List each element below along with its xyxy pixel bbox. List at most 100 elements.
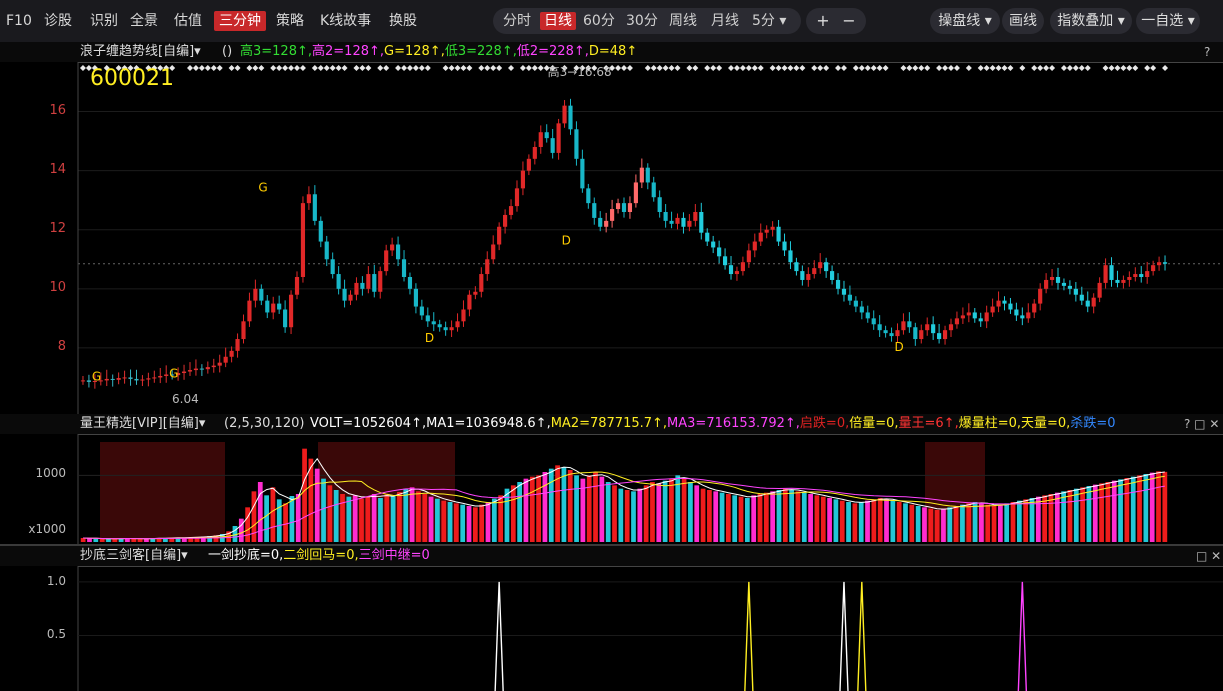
toolbar-item-4[interactable]: 估值: [174, 11, 202, 31]
signal-diamond: [674, 65, 681, 71]
volume-bar: [1086, 486, 1092, 542]
signal-diamond: [1049, 65, 1056, 71]
period-tab-3[interactable]: 30分: [626, 12, 658, 30]
signal-diamond: [870, 65, 877, 71]
volume-bar: [561, 467, 567, 542]
volume-bar: [264, 495, 269, 542]
signal-chart[interactable]: [0, 566, 1223, 691]
signal-diamond: [401, 65, 408, 71]
volume-bar: [782, 488, 788, 542]
candle-body: [467, 294, 472, 310]
volume-bar: [346, 496, 352, 542]
zoom-controls: + −: [806, 8, 866, 34]
bottom-indicator-values: 一剑抄底=0,二剑回马=0,三剑中继=0: [208, 546, 430, 566]
main-indicator-name[interactable]: 浪子缠趋势线[自编]▾: [80, 42, 201, 62]
signal-diamond: [644, 65, 651, 71]
signal-diamond: [823, 65, 830, 71]
candle-body: [1145, 271, 1150, 277]
candle-body: [146, 378, 151, 380]
signal-diamond: [781, 65, 788, 71]
candle-body: [645, 167, 650, 183]
candle-body: [1115, 279, 1120, 283]
candle-body: [395, 244, 401, 260]
toolbar-item-2[interactable]: 识别: [90, 11, 118, 31]
signal-diamond: [1007, 65, 1014, 71]
volume-indicator-value-5: 倍量=0,: [849, 416, 899, 431]
signal-diamond: [335, 65, 342, 71]
toolbar-item-7[interactable]: K线故事: [320, 11, 371, 31]
volume-bar: [1010, 502, 1016, 542]
candle-body: [948, 324, 954, 331]
toolbar-right-button-2[interactable]: 指数叠加 ▾: [1050, 8, 1132, 34]
volume-panel-controls[interactable]: ? □ ✕: [1184, 414, 1219, 434]
toolbar-right-button-0[interactable]: 操盘线 ▾: [930, 8, 1000, 34]
volume-bar: [397, 492, 402, 542]
volume-bar: [106, 539, 111, 542]
zoom-in-button[interactable]: +: [812, 11, 834, 31]
price-tick-label-2: 12: [49, 220, 66, 236]
volume-indicator-name[interactable]: 量王精选[VIP][自编]▾: [80, 414, 205, 434]
signal-diamond: [418, 65, 425, 71]
zoom-out-button[interactable]: −: [838, 11, 860, 31]
volume-bar: [833, 499, 839, 542]
candle-body: [532, 147, 537, 159]
candle-body: [407, 277, 413, 289]
volume-bar: [1149, 472, 1155, 542]
toolbar-item-6[interactable]: 策略: [276, 11, 304, 31]
signal-diamond: [317, 65, 324, 71]
candle-body: [550, 138, 555, 153]
period-tab-0[interactable]: 分时: [503, 12, 531, 30]
toolbar-item-0[interactable]: F10: [6, 11, 32, 31]
candle-body: [187, 370, 193, 372]
bottom-indicator-name[interactable]: 抄底三剑客[自编]▾: [80, 546, 188, 566]
toolbar-item-1[interactable]: 诊股: [44, 11, 72, 31]
candle-body: [1121, 279, 1126, 283]
stock-code: 600021: [90, 66, 174, 91]
period-tab-4[interactable]: 周线: [669, 12, 697, 30]
period-tab-1[interactable]: 日线: [540, 12, 576, 30]
candle-body: [1067, 285, 1072, 289]
volume-bar: [865, 500, 870, 542]
signal-diamond: [858, 65, 865, 71]
period-tab-2[interactable]: 60分: [583, 12, 615, 30]
volume-bar: [359, 498, 364, 542]
signal-diamond: [1150, 65, 1157, 71]
chart-marker-5: D: [895, 340, 904, 354]
signal-diamond: [412, 65, 419, 71]
volume-bar: [795, 491, 801, 542]
candle-body: [812, 268, 817, 275]
volume-bar: [574, 475, 579, 542]
candle-body: [259, 288, 264, 301]
price-chart[interactable]: 高3→16.68 6.04 G G G D D D: [0, 62, 1223, 414]
candle-body: [330, 259, 335, 275]
candle-body: [621, 203, 627, 212]
candle-body: [1020, 315, 1025, 319]
candle-body: [479, 274, 484, 292]
candle-body: [794, 262, 799, 272]
toolbar-item-8[interactable]: 换股: [389, 11, 417, 31]
signal-diamond: [1162, 65, 1169, 71]
candle-body: [437, 324, 442, 328]
toolbar-right-button-3[interactable]: 一自选 ▾: [1136, 8, 1200, 34]
signal-diamond: [252, 65, 259, 71]
volume-bar: [941, 508, 946, 542]
volume-bar: [605, 482, 611, 542]
bottom-panel-controls[interactable]: □ ✕: [1196, 546, 1221, 566]
signal-diamond: [1108, 65, 1115, 71]
toolbar-item-5[interactable]: 三分钟: [214, 11, 266, 31]
candle-body: [419, 306, 424, 316]
volume-bar: [1099, 483, 1104, 542]
panel-collapse-icon[interactable]: ?: [1204, 42, 1210, 62]
signal-diamond: [739, 65, 746, 71]
candle-body: [615, 203, 621, 210]
volume-bar: [371, 494, 377, 542]
toolbar-item-3[interactable]: 全景: [130, 11, 158, 31]
volume-bar: [548, 468, 554, 542]
toolbar-right-button-1[interactable]: 画线: [1002, 8, 1044, 34]
signal-diamond: [733, 65, 740, 71]
volume-chart[interactable]: [0, 434, 1223, 544]
period-tab-6[interactable]: 5分 ▾: [752, 12, 786, 30]
candle-body: [140, 379, 145, 381]
period-tab-5[interactable]: 月线: [711, 12, 739, 30]
signal-diamond: [716, 65, 723, 71]
